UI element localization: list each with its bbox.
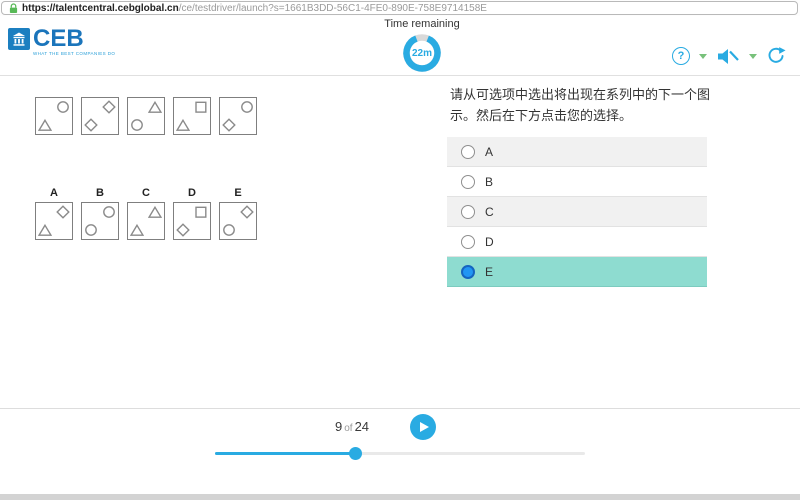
series-box: [173, 97, 211, 135]
triangle-icon: [148, 205, 162, 218]
header-icons: ?: [672, 46, 786, 66]
series-box: [219, 97, 257, 135]
answer-row-a[interactable]: A: [447, 137, 707, 167]
radio-button[interactable]: [461, 234, 475, 249]
circle-icon: [85, 224, 97, 236]
option-label: A: [50, 187, 58, 199]
next-play-button[interactable]: [410, 414, 436, 440]
progress-slider[interactable]: [215, 446, 585, 460]
page-of-label: of: [344, 423, 353, 434]
circle-icon: [103, 206, 115, 218]
answer-label: D: [485, 234, 494, 249]
answer-label: C: [485, 204, 494, 219]
square-icon: [195, 206, 207, 218]
header: CEB WHAT THE BEST COMPANIES DO Time rema…: [0, 16, 800, 76]
slider-handle[interactable]: [349, 447, 362, 460]
answer-row-c[interactable]: C: [447, 197, 707, 227]
radio-button[interactable]: [461, 174, 475, 189]
window-bottom-edge: [0, 494, 800, 500]
radio-button[interactable]: [461, 204, 475, 219]
answer-list: ABCDE: [447, 137, 707, 287]
triangle-icon: [38, 223, 52, 236]
chevron-down-icon[interactable]: [749, 53, 757, 59]
secure-lock-icon: [9, 2, 18, 13]
option-box: [81, 202, 119, 240]
option-box: [219, 202, 257, 240]
option-label: C: [142, 187, 150, 199]
bank-building-icon: [8, 28, 30, 50]
triangle-icon: [38, 118, 52, 131]
timer-donut: 22m: [401, 32, 443, 74]
triangle-icon: [176, 118, 190, 131]
footer-divider: [0, 408, 800, 409]
logo-text: CEB: [33, 25, 84, 52]
option-label: D: [188, 187, 196, 199]
diamond-icon: [56, 205, 70, 219]
diamond-icon: [102, 100, 116, 114]
series-box: [127, 97, 165, 135]
answer-row-b[interactable]: B: [447, 167, 707, 197]
page-count-text: 9 of 24: [335, 419, 369, 434]
option-label: E: [234, 187, 242, 199]
triangle-icon: [148, 100, 162, 113]
answer-row-e[interactable]: E: [447, 257, 707, 287]
timer-value: 22m: [411, 47, 432, 59]
diamond-icon: [222, 118, 236, 132]
option-box: [127, 202, 165, 240]
square-icon: [195, 101, 207, 113]
radio-button[interactable]: [461, 144, 475, 159]
instruction-text: 请从可选项中选出将出现在系列中的下一个图示。然后在下方点击您的选择。: [450, 87, 711, 123]
option-box: [173, 202, 211, 240]
refresh-icon[interactable]: [766, 46, 786, 66]
logo-tagline: WHAT THE BEST COMPANIES DO: [33, 51, 116, 56]
series-box: [81, 97, 119, 135]
timer: Time remaining 22m: [352, 18, 492, 74]
option-box: [35, 202, 73, 240]
page-total: 24: [354, 419, 370, 434]
timer-label: Time remaining: [384, 18, 460, 30]
circle-icon: [57, 101, 69, 113]
answer-label: B: [485, 174, 494, 189]
play-icon: [420, 422, 429, 432]
circle-icon: [241, 101, 253, 113]
circle-icon: [223, 224, 235, 236]
circle-icon: [131, 119, 143, 131]
audio-muted-icon[interactable]: [716, 47, 740, 66]
chevron-down-icon[interactable]: [699, 53, 707, 59]
option-label: B: [96, 187, 104, 199]
url-domain: https://talentcentral.cebglobal.cn: [22, 2, 179, 14]
triangle-icon: [130, 223, 144, 236]
url-path: /ce/testdriver/launch?s=1661B3DD-56C1-4F…: [178, 2, 487, 14]
diamond-icon: [240, 205, 254, 219]
diamond-icon: [84, 118, 98, 132]
diamond-icon: [176, 223, 190, 237]
answer-label: A: [485, 144, 494, 159]
answer-label: E: [485, 264, 494, 279]
answer-row-d[interactable]: D: [447, 227, 707, 257]
ceb-logo: CEB WHAT THE BEST COMPANIES DO: [8, 25, 116, 56]
help-icon[interactable]: ?: [672, 47, 690, 65]
radio-button[interactable]: [461, 264, 475, 279]
series-box: [35, 97, 73, 135]
browser-url-bar: https://talentcentral.cebglobal.cn/ce/te…: [0, 0, 800, 16]
slider-fill: [215, 452, 355, 455]
url-input[interactable]: https://talentcentral.cebglobal.cn/ce/te…: [1, 1, 798, 15]
